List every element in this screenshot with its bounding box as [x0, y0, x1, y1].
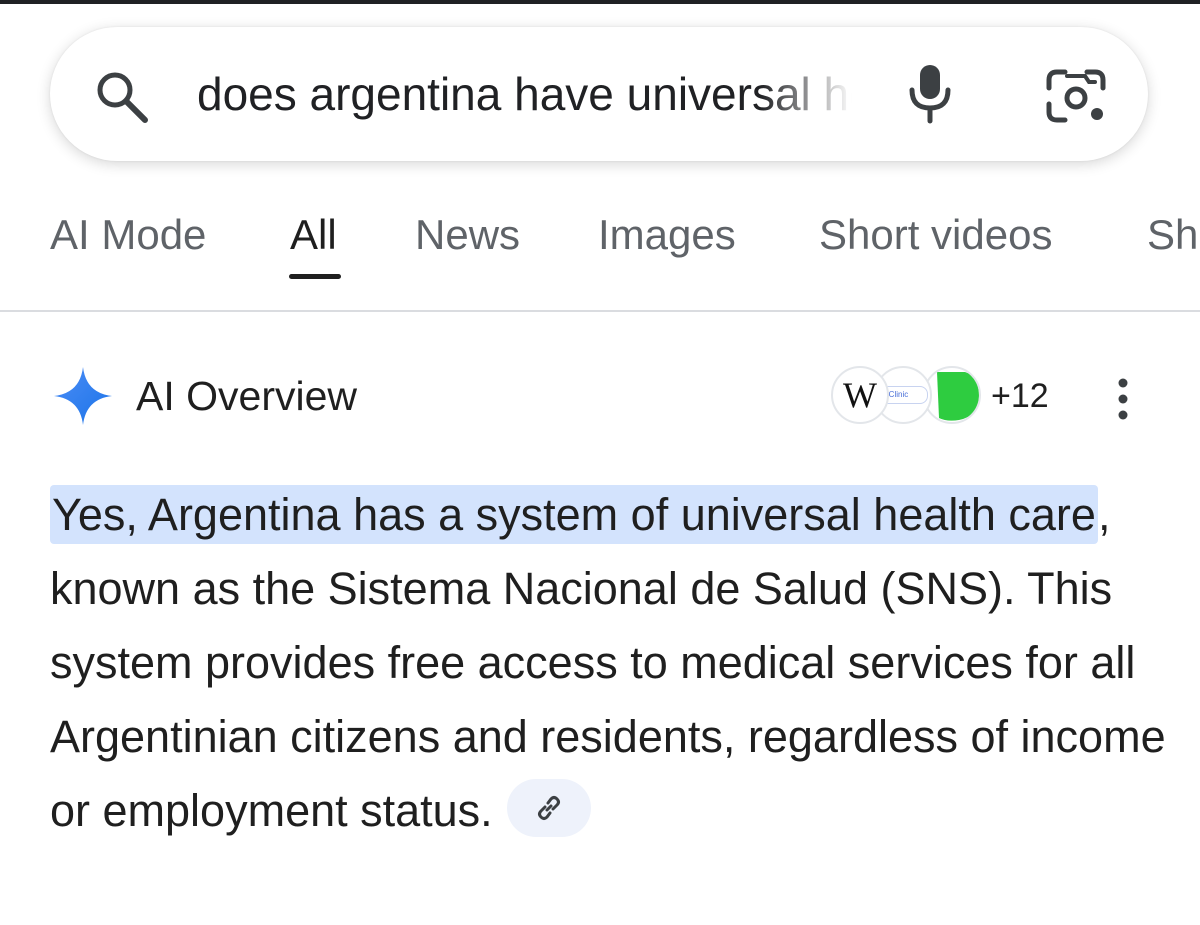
ai-overview-title: AI Overview [136, 373, 357, 419]
tab-shopping[interactable]: Sh [1147, 205, 1198, 265]
search-input[interactable]: does argentina have universal health car… [197, 63, 852, 125]
spark-icon [54, 367, 112, 425]
answer-highlight: Yes, Argentina has a system of universal… [50, 485, 1098, 544]
source-link-button[interactable] [506, 779, 591, 838]
search-icon[interactable] [93, 68, 151, 126]
wikipedia-icon[interactable]: W [831, 366, 889, 424]
mic-icon[interactable] [905, 62, 955, 124]
link-icon [537, 796, 560, 821]
tab-images[interactable]: Images [598, 205, 736, 265]
more-options-icon[interactable] [1110, 376, 1136, 422]
ai-overview-answer: Yes, Argentina has a system of universal… [50, 478, 1170, 848]
wikipedia-label: W [843, 375, 877, 415]
tab-ai-mode[interactable]: AI Mode [50, 205, 206, 265]
status-edge [0, 0, 1200, 4]
tab-news[interactable]: News [415, 205, 520, 265]
tabs-divider [0, 310, 1200, 312]
tab-short-videos[interactable]: Short videos [819, 205, 1052, 265]
tab-all[interactable]: All [290, 205, 337, 265]
active-tab-indicator [289, 274, 341, 279]
sources-more-count[interactable]: +12 [991, 374, 1049, 418]
lens-icon[interactable] [1045, 68, 1107, 124]
